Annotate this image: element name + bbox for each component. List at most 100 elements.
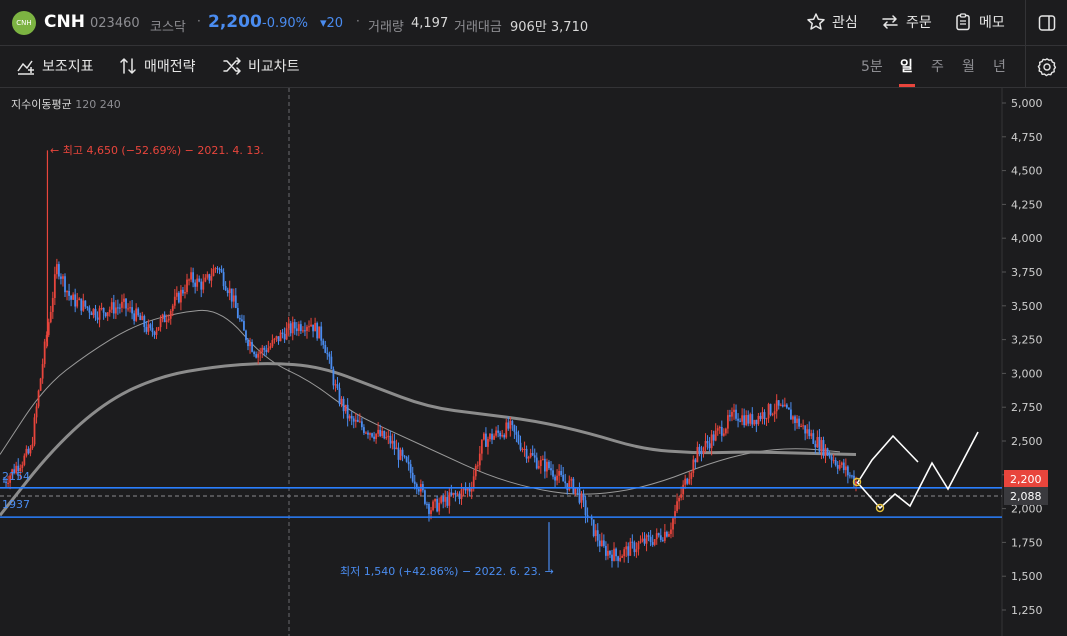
candle-body (216, 268, 219, 270)
candle-body (428, 503, 430, 514)
chart-settings-button[interactable] (1025, 46, 1067, 88)
strategy-button[interactable]: 매매전략 (118, 56, 196, 76)
compare-button[interactable]: 비교차트 (222, 56, 300, 76)
candle-body (149, 324, 152, 328)
candle-body (255, 354, 258, 358)
candle-body (572, 478, 575, 494)
candle-body (846, 466, 849, 476)
side-panel-toggle[interactable] (1025, 0, 1067, 46)
top-bar: CNH CNH 023460 코스닥 · 2,200 -0.90% ▾20 · … (0, 0, 1067, 46)
candle-body (802, 425, 805, 427)
horizontal-lines[interactable] (0, 486, 1002, 518)
candle-body (611, 554, 613, 561)
candle-body (381, 430, 384, 436)
candle-body (171, 305, 174, 311)
candle-body (543, 458, 546, 472)
crosshair-price-tag-text: 2,088 (1010, 490, 1042, 503)
candle-body (393, 440, 396, 450)
forecast-zigzag-upper[interactable] (857, 434, 919, 483)
candle-body (832, 460, 835, 462)
period-week[interactable]: 주 (931, 56, 944, 76)
candle-body (261, 347, 264, 353)
candle-body (241, 319, 243, 321)
low-annotation: 최저 1,540 (+42.86%) − 2022. 6. 23. → (340, 565, 554, 578)
candle-body (757, 415, 760, 425)
candle-body (499, 432, 502, 437)
candle-body (218, 269, 221, 271)
candle-body (509, 420, 512, 429)
compare-cross-icon (223, 57, 241, 75)
candle-body (338, 388, 341, 404)
candle-body (188, 279, 190, 281)
candle-body (143, 316, 146, 328)
candle-body (816, 436, 819, 448)
candle-body (696, 446, 699, 463)
candle-body (196, 278, 199, 287)
candlesticks (3, 150, 857, 571)
candle-body (155, 330, 158, 335)
candle-body (332, 369, 335, 386)
candle-body (779, 404, 782, 406)
separator-dot: · (197, 14, 201, 28)
candle-body (434, 498, 436, 502)
candle-body (98, 308, 101, 320)
candle-body (66, 290, 68, 293)
candle-body (354, 419, 357, 422)
candle-body (552, 470, 554, 477)
candle-body (523, 448, 526, 450)
candle-body (804, 425, 807, 434)
memo-button[interactable]: 메모 (953, 12, 1005, 32)
candle-body (466, 488, 469, 491)
candle-body (800, 425, 802, 427)
period-year[interactable]: 년 (993, 56, 1006, 76)
order-button[interactable]: 주문 (880, 12, 932, 32)
candle-body (855, 481, 857, 485)
candle-body (621, 556, 624, 558)
candle-body (735, 409, 737, 419)
candle-body (812, 433, 815, 444)
candle-body (739, 420, 741, 422)
company-logo: CNH (12, 11, 36, 35)
candle-body (529, 453, 532, 457)
price-axis-tick: 3,250 (1011, 334, 1043, 347)
candle-body (785, 404, 788, 408)
candle-body (127, 308, 129, 310)
period-5min[interactable]: 5분 (861, 56, 883, 76)
indicators-button[interactable]: 보조지표 (16, 56, 94, 76)
candle-body (131, 307, 134, 314)
candle-body (31, 444, 34, 448)
candle-body (517, 434, 520, 443)
price-chart[interactable]: 5,000 4,750 4,500 4,250 4,000 3,750 3,500 3,250… (0, 88, 1067, 636)
candle-body (47, 322, 50, 335)
candle-body (293, 322, 296, 329)
swap-arrows-icon (882, 15, 898, 29)
candle-body (169, 310, 172, 319)
candle-body (336, 384, 339, 389)
candle-body (312, 324, 314, 332)
candle-body (645, 535, 648, 544)
candle-body (137, 308, 140, 316)
candle-body (417, 489, 420, 492)
candle-body (751, 414, 754, 425)
period-day[interactable]: 일 (900, 56, 913, 76)
candle-body (798, 418, 800, 427)
candle-body (710, 434, 713, 449)
candle-body (320, 326, 323, 341)
candle-body (663, 531, 666, 541)
candle-body (153, 332, 156, 335)
candle-body (682, 484, 685, 495)
candle-body (818, 436, 821, 452)
candle-body (110, 302, 113, 310)
candle-body (226, 290, 229, 294)
watch-button[interactable]: 관심 (806, 12, 858, 32)
drawn-pattern[interactable] (852, 431, 979, 513)
candle-body (519, 442, 522, 450)
candle-body (692, 459, 695, 473)
candle-body (763, 412, 766, 419)
candle-body (448, 492, 451, 506)
forecast-zigzag-lower[interactable] (856, 431, 979, 510)
period-month[interactable]: 월 (962, 56, 975, 76)
candle-body (480, 439, 483, 454)
candle-body (767, 404, 770, 419)
candle-body (716, 428, 719, 431)
